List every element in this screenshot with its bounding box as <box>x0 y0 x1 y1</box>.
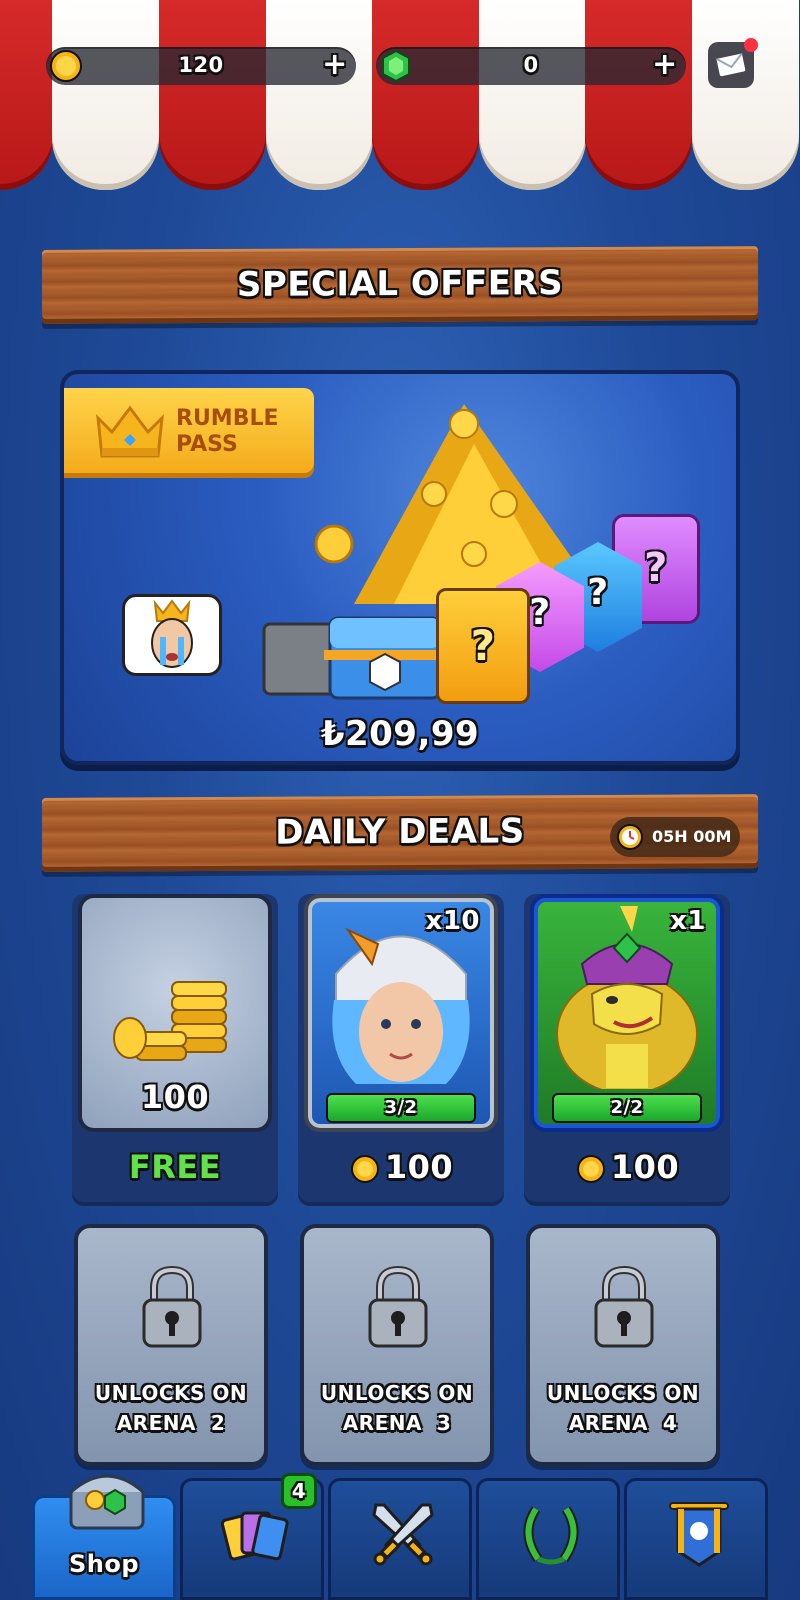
gold-stack-icon <box>113 981 227 1061</box>
notification-dot <box>744 38 758 52</box>
gold-counter: 120 + <box>46 47 356 85</box>
deals-timer: 05H 00M <box>610 817 740 857</box>
character-card[interactable]: x1 2/2 <box>530 894 724 1132</box>
clan-banner-icon <box>669 1502 729 1567</box>
mail-button[interactable] <box>708 38 758 88</box>
add-gold-button[interactable]: + <box>320 50 350 80</box>
card-quantity: x1 <box>670 906 706 936</box>
padlock-icon <box>368 1266 428 1348</box>
tab-shop-label: Shop <box>68 1550 140 1578</box>
gem-value: 0 <box>523 53 539 77</box>
awning-stripe <box>585 0 692 190</box>
deal-price: FREE <box>128 1148 222 1186</box>
laurel-wreath-icon <box>523 1506 579 1565</box>
locked-deal-slot: UNLOCKS ON ARENA 3 <box>300 1224 494 1466</box>
card-quantity: x10 <box>425 906 480 936</box>
special-offers-title: SPECIAL OFFERS <box>236 263 564 305</box>
deal-price-value: 100 <box>610 1148 680 1186</box>
deal-price: 100 <box>298 1148 504 1186</box>
gold-value: 120 <box>178 53 224 77</box>
awning-stripe <box>479 0 586 190</box>
locked-deal-slot: UNLOCKS ON ARENA 2 <box>74 1224 268 1466</box>
padlock-icon <box>594 1266 654 1348</box>
timer-text: 05H 00M <box>652 827 732 846</box>
deal-card-x10[interactable]: x10 3/2 100 <box>298 894 504 1206</box>
progress-label: 3/2 <box>384 1097 418 1118</box>
awning-stripe <box>266 0 373 190</box>
gold-deal-card[interactable]: 100 <box>78 894 272 1132</box>
locked-line1: UNLOCKS ON <box>320 1381 474 1405</box>
battle-swords-icon <box>372 1503 434 1566</box>
clock-icon <box>617 824 643 850</box>
cards-badge: 4 <box>281 1473 317 1509</box>
rumble-pass-label: RUMBLE PASS <box>176 406 279 457</box>
gold-coin-icon <box>576 1155 605 1183</box>
locked-arena: ARENA 2 <box>116 1411 226 1435</box>
gem-counter: 0 + <box>376 47 686 85</box>
gem-icon <box>382 49 410 83</box>
locked-line1: UNLOCKS ON <box>546 1381 700 1405</box>
king-emote-icon <box>151 599 193 668</box>
gold-coin-icon <box>50 50 82 82</box>
deal-amount: 100 <box>140 1078 210 1116</box>
awning-stripe <box>0 0 53 190</box>
padlock-icon <box>142 1266 202 1348</box>
locked-arena: ARENA 4 <box>568 1411 678 1435</box>
progress-label: 2/2 <box>610 1097 644 1118</box>
shop-chest-icon <box>69 1474 145 1530</box>
card-progress-bar: 3/2 <box>326 1093 476 1123</box>
crying-king-emote <box>122 594 222 676</box>
offer-price: ₺209,99 <box>320 714 480 754</box>
deal-card-x1[interactable]: x1 2/2 100 <box>524 894 730 1206</box>
awning-stripe <box>692 0 799 190</box>
gold-coin-icon <box>350 1155 379 1183</box>
locked-deal-slot: UNLOCKS ON ARENA 4 <box>526 1224 720 1466</box>
crown-icon <box>96 405 164 458</box>
awning-stripe <box>159 0 266 190</box>
tab-clan[interactable] <box>624 1478 768 1600</box>
deal-price: 100 <box>524 1148 730 1186</box>
awning-stripe <box>372 0 479 190</box>
special-offers-banner: SPECIAL OFFERS <box>42 246 758 324</box>
deal-price-value: 100 <box>384 1148 454 1186</box>
tab-shop[interactable]: Shop <box>32 1474 176 1600</box>
locked-line1: UNLOCKS ON <box>94 1381 248 1405</box>
rumble-pass-tag: RUMBLE PASS <box>64 388 314 478</box>
cards-icon <box>220 1511 289 1561</box>
mystery-card-gold: ? <box>436 588 530 704</box>
tab-cards[interactable]: 4 <box>180 1473 324 1600</box>
tab-battle[interactable] <box>328 1478 472 1600</box>
deal-free-gold[interactable]: 100 FREE <box>72 894 278 1206</box>
character-card[interactable]: x10 3/2 <box>304 894 498 1132</box>
locked-arena: ARENA 3 <box>342 1411 452 1435</box>
tab-leaderboard[interactable] <box>476 1478 620 1600</box>
rumble-pass-offer[interactable]: RUMBLE PASS ? ? ? ? ₺209,99 <box>60 370 740 765</box>
awning-stripe <box>52 0 159 190</box>
shop-awning <box>0 0 800 205</box>
treasure-chest-icon <box>262 616 446 700</box>
card-progress-bar: 2/2 <box>552 1093 702 1123</box>
add-gems-button[interactable]: + <box>650 50 680 80</box>
